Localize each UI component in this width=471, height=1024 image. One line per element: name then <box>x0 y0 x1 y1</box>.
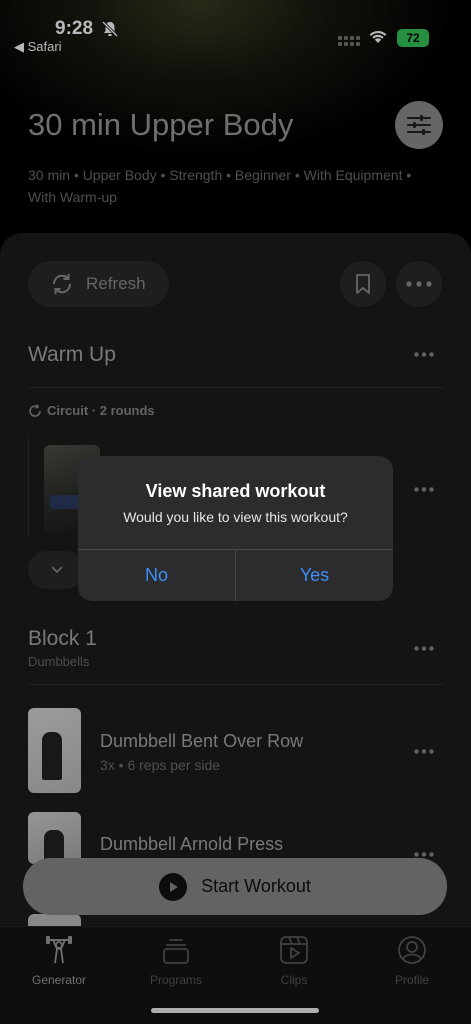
wifi-icon <box>369 30 387 43</box>
alert-message: Would you like to view this workout? <box>123 509 348 525</box>
more-options-button[interactable] <box>396 261 442 307</box>
tab-label: Programs <box>149 973 202 987</box>
alert-no-button[interactable]: No <box>78 550 235 601</box>
divider <box>28 684 443 685</box>
circuit-label: Circuit · 2 rounds <box>47 403 155 418</box>
tab-profile[interactable]: Profile <box>362 935 462 987</box>
play-clip-icon <box>280 936 308 964</box>
warm-up-more-icon[interactable] <box>414 352 434 357</box>
warm-up-title: Warm Up <box>28 343 116 366</box>
exercise-name[interactable]: Dumbbell Bent Over Row <box>100 731 303 752</box>
person-circle-icon <box>398 936 426 964</box>
status-bar: 9:28 ◀ Safari 72 <box>0 0 471 56</box>
tab-label: Generator <box>31 973 87 987</box>
bell-muted-icon <box>101 20 119 38</box>
shared-workout-alert: View shared workout Would you like to vi… <box>78 456 393 601</box>
tab-label: Clips <box>280 973 308 987</box>
exercise-thumbnail[interactable] <box>28 812 81 864</box>
bookmark-button[interactable] <box>340 261 386 307</box>
refresh-label: Refresh <box>86 274 146 293</box>
tab-programs[interactable]: Programs <box>126 935 226 987</box>
expand-exercises-button[interactable] <box>28 551 84 589</box>
alert-yes-button[interactable]: Yes <box>236 550 393 601</box>
exercise-name[interactable]: Dumbbell Arnold Press <box>100 834 283 855</box>
workout-tags: 30 min • Upper Body • Strength • Beginne… <box>28 167 412 205</box>
start-workout-label: Start Workout <box>201 876 311 896</box>
tab-generator[interactable]: Generator <box>9 935 109 987</box>
circuit-loop-icon <box>29 403 41 417</box>
exercise-more-icon[interactable] <box>414 852 434 857</box>
exercise-detail: 3x • 6 reps per side <box>100 757 221 773</box>
exercise-more-icon[interactable] <box>414 749 434 754</box>
alert-title: View shared workout <box>145 481 326 501</box>
status-time: 9:28 <box>55 18 94 39</box>
circuit-info: Circuit · 2 rounds <box>28 403 155 418</box>
block-1-title: Block 1 <box>28 627 97 650</box>
exercise-thumbnail[interactable] <box>28 708 81 793</box>
bookmark-icon <box>356 274 370 294</box>
home-indicator[interactable] <box>151 1008 319 1013</box>
back-to-safari-link[interactable]: ◀ Safari <box>14 39 62 55</box>
page-title: 30 min Upper Body <box>28 107 294 142</box>
circuit-bracket <box>28 437 29 537</box>
block-1-more-icon[interactable] <box>414 646 434 651</box>
refresh-icon <box>52 274 72 294</box>
stack-icon <box>163 939 189 964</box>
divider <box>28 387 443 388</box>
tab-clips[interactable]: Clips <box>244 935 344 987</box>
sliders-icon <box>407 115 431 135</box>
battery-level: 72 <box>406 31 420 45</box>
start-workout-button[interactable]: Start Workout <box>23 858 447 915</box>
warm-up-exercise-more-icon[interactable] <box>414 487 434 492</box>
ellipsis-icon <box>406 281 432 287</box>
refresh-button[interactable]: Refresh <box>28 261 169 307</box>
tab-label: Profile <box>394 973 429 987</box>
block-1-equipment: Dumbbells <box>28 654 90 669</box>
filter-button[interactable] <box>395 101 443 149</box>
battery-indicator: 72 <box>397 29 429 47</box>
exercise-thumbnail <box>28 914 81 926</box>
barbell-person-icon <box>46 936 72 964</box>
play-icon <box>159 872 188 901</box>
chevron-down-icon <box>51 566 63 574</box>
cellular-signal-icon <box>338 36 360 46</box>
